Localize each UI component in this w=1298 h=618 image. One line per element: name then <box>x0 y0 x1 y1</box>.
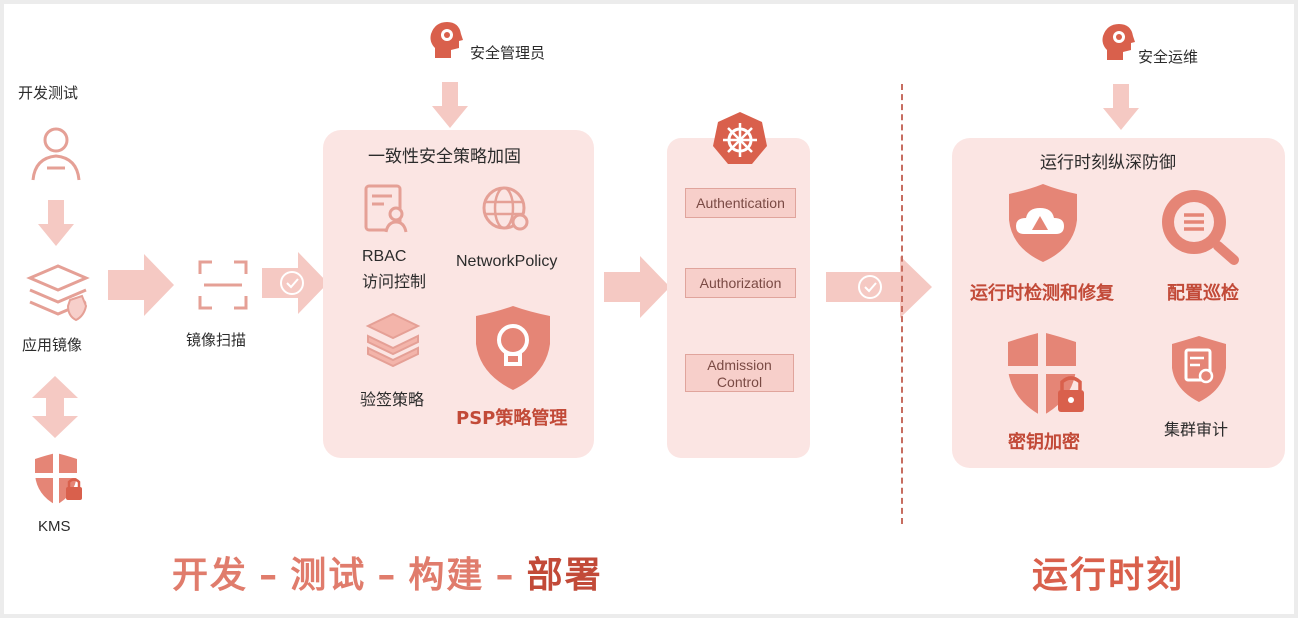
right-arrow-2 <box>262 252 328 314</box>
authorization-label: Authorization <box>699 275 782 291</box>
config-inspection-label: 配置巡检 <box>1167 283 1239 304</box>
security-ops-label: 安全运维 <box>1138 48 1199 66</box>
rbac-label-line1: RBAC <box>362 248 407 265</box>
kubernetes-helm-icon <box>713 112 767 164</box>
image-scan-label: 镜像扫描 <box>186 331 247 349</box>
runtime-phase-caption: 运行时刻 <box>1032 555 1185 596</box>
network-globe-gear-icon <box>482 186 529 231</box>
rbac-document-user-icon <box>364 184 408 233</box>
kms-shield-lock-icon <box>35 453 82 505</box>
psp-shield-bulb-icon <box>476 306 550 390</box>
dev-phase-caption: 开发 – 测试 – 构建 – 部署 <box>172 546 603 596</box>
down-arrow-admin <box>432 82 468 128</box>
authentication-label: Authentication <box>696 195 785 211</box>
stage-dash-2: – <box>377 555 398 596</box>
dev-test-label: 开发测试 <box>18 84 79 102</box>
signature-layers-icon <box>365 312 421 368</box>
kms-label: KMS <box>38 518 71 535</box>
authentication-box: Authentication <box>685 188 796 218</box>
security-admin-label: 安全管理员 <box>470 44 546 62</box>
scan-frame-icon <box>198 260 248 310</box>
inspection-magnifier-icon <box>1162 190 1239 265</box>
network-policy-label: NetworkPolicy <box>456 253 558 270</box>
developer-icon <box>31 127 81 181</box>
cluster-audit-icon <box>1172 336 1226 402</box>
diagram-canvas: 安全管理员 安全运维 开发测试 应用镜像 KMS 镜像扫描 一致性安全策略加固 … <box>4 4 1294 614</box>
admission-label-line1: Admission <box>707 357 772 373</box>
thinking-head-icon <box>1102 24 1135 60</box>
authorization-box: Authorization <box>685 268 796 298</box>
phase-separator <box>901 84 903 524</box>
admission-label-line2: Control <box>716 374 763 390</box>
image-layers-icon <box>26 264 90 322</box>
down-arrow-dev <box>38 200 74 246</box>
k8s-panel <box>667 138 810 458</box>
right-arrow-1 <box>108 254 174 316</box>
detect-repair-label: 运行时检测和修复 <box>970 283 1114 304</box>
stage-test: 测试 <box>290 555 367 596</box>
admission-control-box: Admission Control <box>685 354 794 392</box>
app-image-label: 应用镜像 <box>22 336 83 354</box>
stage-build: 构建 <box>408 555 485 596</box>
key-shield-lock-icon <box>1008 332 1084 416</box>
psp-policy-label: PSP策略管理 <box>456 408 568 429</box>
shield-cloud-icon <box>1009 184 1077 262</box>
stage-dash-1: – <box>259 555 280 596</box>
stage-dev: 开发 <box>172 555 249 596</box>
runtime-panel-title: 运行时刻纵深防御 <box>1040 153 1176 173</box>
policy-panel-title: 一致性安全策略加固 <box>368 147 521 167</box>
down-arrow-ops <box>1103 84 1139 130</box>
cluster-audit-label: 集群审计 <box>1164 420 1229 439</box>
stage-deploy: 部署 <box>526 555 603 596</box>
thinking-head-icon <box>430 22 463 58</box>
up-down-arrow <box>32 376 78 438</box>
rbac-label-line2: 访问控制 <box>362 272 427 291</box>
key-encryption-label: 密钥加密 <box>1008 432 1080 453</box>
stage-dash-3: – <box>495 555 516 596</box>
right-arrow-3 <box>604 256 670 318</box>
signature-policy-label: 验签策略 <box>360 390 425 409</box>
right-arrow-4 <box>826 256 932 318</box>
